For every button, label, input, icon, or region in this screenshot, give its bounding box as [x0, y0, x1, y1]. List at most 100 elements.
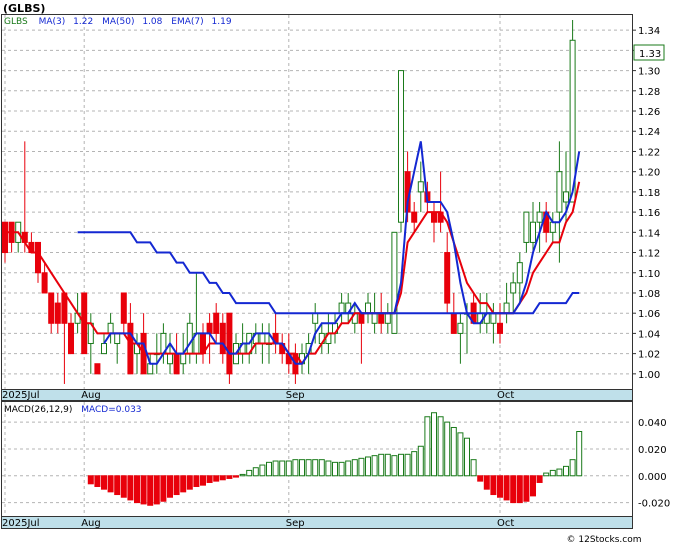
- ticker-title: (GLBS): [3, 2, 45, 15]
- macd-bar-positive: [404, 453, 411, 477]
- macd-bar-positive: [549, 469, 556, 477]
- candle-down: [35, 241, 41, 274]
- legend-ema7-value: 1.19: [212, 17, 232, 27]
- macd-bar-negative: [167, 475, 173, 498]
- legend-ma50-label: MA(50): [102, 17, 134, 27]
- macd-bar-positive: [384, 453, 391, 477]
- macd-bar-negative: [101, 475, 107, 490]
- macd-bar-positive: [239, 473, 246, 477]
- candle-up: [259, 332, 266, 345]
- legend-ema7-label: EMA(7): [171, 17, 203, 27]
- price-y-tick: 1.28: [638, 87, 660, 98]
- candle-down: [173, 353, 180, 375]
- candle-down: [497, 322, 503, 334]
- macd-bar-positive: [252, 467, 259, 477]
- price-y-tick: 1.20: [638, 168, 660, 179]
- macd-bar-negative: [483, 475, 490, 490]
- candle-up: [180, 353, 187, 365]
- price-y-tick: 1.16: [638, 208, 660, 219]
- macd-bar-negative: [140, 475, 147, 505]
- candle-up: [417, 181, 424, 193]
- candle-up: [147, 363, 154, 375]
- macd-bar-negative: [173, 475, 180, 496]
- candle-down: [444, 252, 451, 304]
- macd-bar-negative: [530, 475, 536, 497]
- candle-up: [523, 211, 530, 243]
- macd-bar-positive: [318, 459, 325, 477]
- candle-up: [167, 353, 173, 365]
- price-y-tick: 1.26: [638, 107, 660, 118]
- macd-bar-positive: [378, 453, 385, 477]
- macd-bar-positive: [272, 460, 279, 477]
- x-tick-label: Oct: [497, 390, 514, 401]
- macd-bar-positive: [351, 459, 358, 477]
- candle-up: [503, 302, 510, 314]
- price-y-tick: 1.00: [638, 370, 660, 381]
- macd-bar-negative: [186, 475, 193, 490]
- macd-bar-positive: [266, 461, 272, 477]
- price-y-tick: 1.34: [638, 26, 660, 37]
- macd-bar-positive: [411, 451, 418, 477]
- macd-bar-negative: [213, 475, 220, 482]
- macd-bar-negative: [120, 475, 127, 498]
- price-y-tick: 1.06: [638, 309, 660, 320]
- candle-down: [127, 322, 134, 375]
- candle-up: [384, 312, 391, 324]
- macd-bar-positive: [345, 460, 352, 477]
- macd-bar-positive: [325, 460, 332, 477]
- macd-bar-positive: [431, 412, 437, 477]
- macd-bar-negative: [147, 475, 154, 506]
- candle-up: [536, 211, 543, 223]
- candle-up: [516, 262, 523, 284]
- macd-bar-positive: [332, 461, 338, 477]
- macd-bar-positive: [358, 457, 365, 477]
- macd-bar-positive: [424, 416, 431, 477]
- chart-canvas: 1.00 1.02 1.04 1.06 1.08 1.10 1.12 1.14 1.16 1.18…: [1, 2, 670, 545]
- macd-bar-positive: [246, 469, 253, 477]
- candle-up: [365, 302, 371, 314]
- candle-up: [312, 312, 319, 324]
- candle-up: [563, 191, 569, 203]
- macd-bar-negative: [477, 475, 484, 482]
- last-price-text: 1.33: [639, 49, 661, 60]
- price-y-axis: 1.00 1.02 1.04 1.06 1.08 1.10 1.12 1.14 1.16 1.18…: [632, 26, 660, 381]
- candle-down: [61, 292, 68, 324]
- macd-bar-positive: [312, 459, 319, 477]
- x-tick-label: Sep: [286, 390, 305, 401]
- legend-ma3-value: 1.22: [73, 17, 93, 27]
- candle-down: [120, 292, 127, 324]
- macd-bar-negative: [233, 475, 239, 478]
- macd-bar-positive: [299, 459, 305, 477]
- price-y-tick: 1.02: [638, 350, 660, 361]
- price-y-tick: 1.04: [638, 329, 660, 340]
- macd-value-label: MACD=0.033: [81, 405, 141, 415]
- macd-bar-negative: [536, 475, 543, 483]
- macd-bar-negative: [114, 475, 121, 496]
- macd-bar-positive: [417, 445, 424, 477]
- macd-y-tick: 0.000: [638, 472, 667, 483]
- x-tick-label: 2025Jul: [2, 390, 40, 401]
- macd-panel-frame: [1, 401, 633, 517]
- macd-bar-negative: [94, 475, 101, 487]
- macd-bar-positive: [450, 426, 457, 477]
- candle-down: [2, 221, 8, 254]
- macd-bar-negative: [219, 475, 226, 481]
- candle-up: [101, 343, 107, 355]
- macd-bar-negative: [490, 475, 497, 496]
- last-price-tag: 1.33: [633, 44, 665, 61]
- candle-down: [358, 312, 365, 324]
- price-y-tick: 1.18: [638, 188, 660, 199]
- price-y-tick: 1.30: [638, 67, 660, 78]
- macd-bar-positive: [365, 456, 371, 477]
- macd-bar-positive: [576, 431, 583, 477]
- price-y-tick: 1.08: [638, 289, 660, 300]
- macd-bar-negative: [160, 475, 167, 502]
- macd-bar-negative: [153, 475, 160, 505]
- macd-bar-positive: [371, 455, 378, 477]
- legend-row: GLBS MA(3) 1.22 MA(50) 1.08 EMA(7) 1.19: [4, 17, 232, 27]
- x-tick-label: Aug: [81, 518, 101, 529]
- candle-up: [398, 70, 404, 223]
- macd-bar-negative: [180, 475, 187, 493]
- candle-down: [431, 211, 437, 223]
- x-tick-label: Sep: [286, 518, 305, 529]
